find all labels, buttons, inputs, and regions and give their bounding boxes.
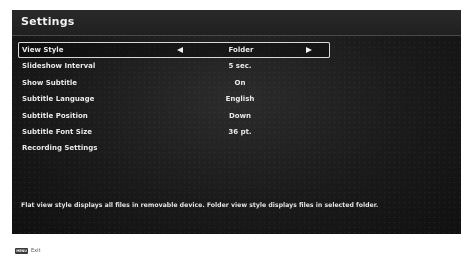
title-bar: Settings [12,10,461,36]
menu-item-recording-settings[interactable]: Recording Settings [18,140,330,156]
menu-item-label: Show Subtitle [22,78,78,87]
menu-item-value: 36 pt. [228,127,252,136]
menu-item-subtitle-position[interactable]: Subtitle Position Down [18,108,330,124]
menu-item-value: English [225,95,255,104]
menu-item-value: Folder [228,46,254,54]
help-description: Flat view style displays all files in re… [21,202,379,209]
settings-menu: View Style Folder Slideshow Interval 5 s… [18,42,330,157]
menu-item-subtitle-language[interactable]: Subtitle Language English [18,91,330,107]
menu-item-label: Subtitle Font Size [22,127,93,136]
menu-item-show-subtitle[interactable]: Show Subtitle On [18,75,330,91]
menu-item-label: Subtitle Language [22,95,95,104]
menu-item-label: Slideshow Interval [22,62,96,71]
menu-item-slideshow-interval[interactable]: Slideshow Interval 5 sec. [18,58,330,74]
menu-item-value: On [234,78,246,87]
menu-item-label: View Style [22,46,64,54]
arrow-left-icon[interactable] [177,46,183,53]
menu-item-value: Down [228,111,252,120]
settings-screen: Settings View Style Folder Slideshow Int… [12,10,461,234]
exit-label: Exit [31,248,41,254]
footer-bar: MENU Exit [12,234,461,258]
menu-key-icon[interactable]: MENU [15,248,28,254]
menu-item-subtitle-font-size[interactable]: Subtitle Font Size 36 pt. [18,124,330,140]
page-title: Settings [21,15,75,28]
menu-item-value: 5 sec. [228,62,252,71]
arrow-right-icon[interactable] [306,46,312,53]
menu-item-label: Subtitle Position [22,111,88,120]
menu-item-label: Recording Settings [22,144,98,153]
menu-item-view-style[interactable]: View Style Folder [18,42,330,59]
